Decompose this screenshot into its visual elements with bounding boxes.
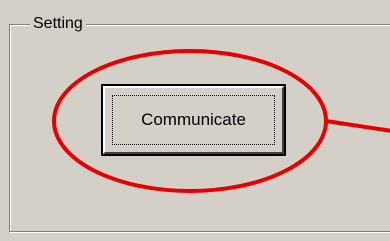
screenshot-stage: Setting Communicate: [0, 0, 390, 241]
communicate-button-label: Communicate: [141, 110, 246, 129]
communicate-button[interactable]: Communicate: [101, 84, 286, 156]
groupbox-title: Setting: [30, 14, 86, 34]
